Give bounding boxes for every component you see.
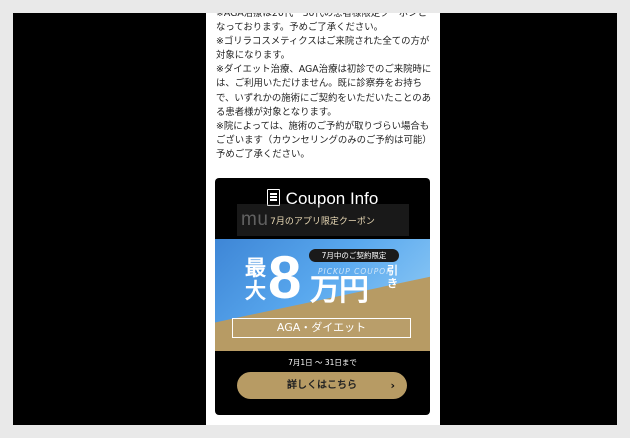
discount-amount: 8 bbox=[268, 244, 302, 311]
coupon-banner[interactable]: 7月中のご契約限定 最大 8 PICKUP COUPON 万円 引き AGA・ダ… bbox=[215, 239, 430, 351]
discount-suffix: 引き bbox=[387, 264, 398, 290]
coupon-notes: ※AGA治療は20代・30代の患者様限定クーポンとなっております。予めご了承くだ… bbox=[216, 13, 434, 162]
coupon-category: AGA・ダイエット bbox=[232, 318, 411, 338]
coupon-subtitle: 7月のアプリ限定クーポン bbox=[270, 217, 375, 227]
note-1: ※AGA治療は20代・30代の患者様限定クーポンとなっております。予めご了承くだ… bbox=[216, 13, 428, 34]
coupon-card: Coupon Info mu 7月のアプリ限定クーポン 7月中のご契約限定 最大… bbox=[215, 178, 430, 415]
phone-screen: ※AGA治療は20代・30代の患者様限定クーポンとなっております。予めご了承くだ… bbox=[206, 13, 440, 425]
discount-unit: 万円 bbox=[310, 273, 369, 308]
coupon-period: 7月1日 ～ 31日まで bbox=[288, 358, 357, 367]
note-2: ※ゴリラコスメティクスはご来院された全ての方が対象になります。 bbox=[216, 36, 430, 62]
max-label: 最大 bbox=[245, 256, 266, 303]
details-button[interactable]: 詳しくはこちら › bbox=[237, 372, 407, 399]
details-button-label: 詳しくはこちら bbox=[287, 380, 357, 391]
note-4: ※院によっては、施術のご予約が取りづらい場合もございます（カウンセリングのみのご… bbox=[216, 120, 432, 160]
chevron-right-icon: › bbox=[390, 379, 395, 392]
note-3: ※ダイエット治療、AGA治療は初診でのご来院時には、ご利用いただけません。既に診… bbox=[216, 64, 432, 118]
contract-limited-badge: 7月中のご契約限定 bbox=[309, 249, 399, 262]
